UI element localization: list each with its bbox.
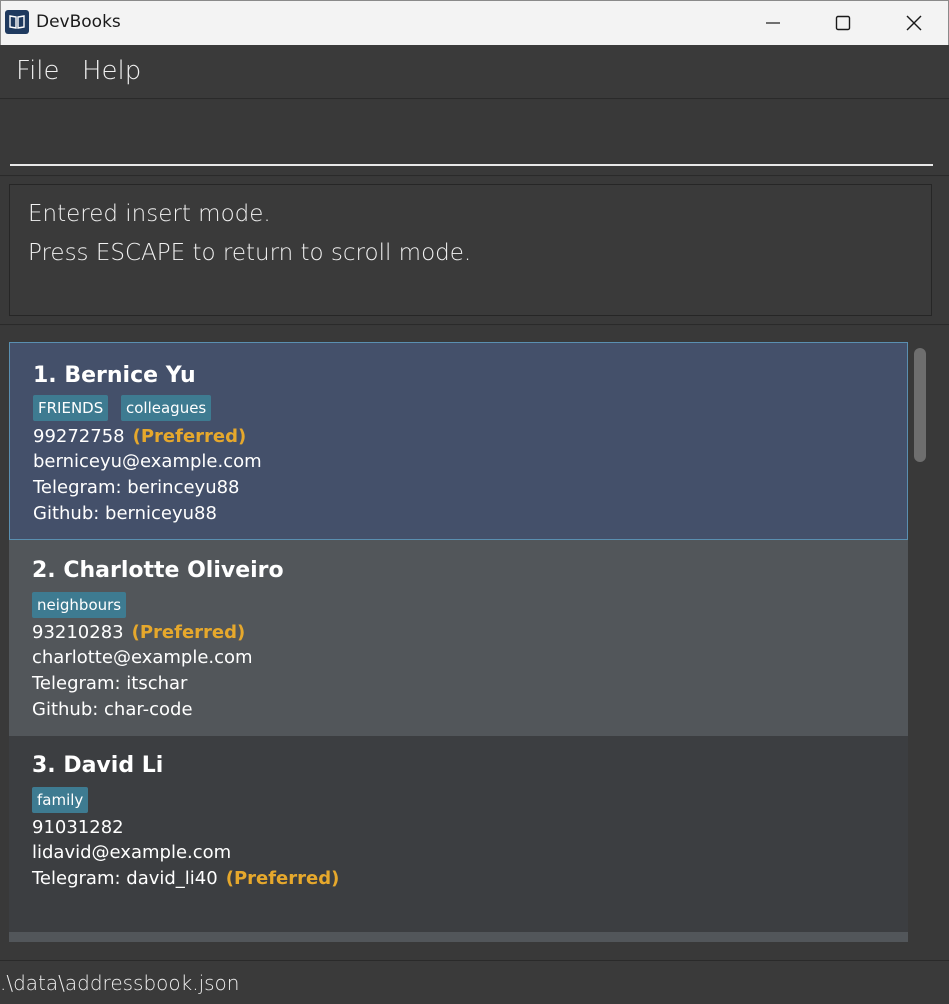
contact-name: 3. David Li bbox=[32, 753, 164, 778]
contact-telegram: Telegram: itschar bbox=[32, 673, 188, 694]
close-icon bbox=[906, 15, 922, 31]
menu-bar: File Help bbox=[0, 45, 949, 99]
preferred-label: (Preferred) bbox=[225, 868, 340, 889]
contact-tag: colleagues bbox=[121, 395, 212, 421]
result-display-area: Entered insert mode. Press ESCAPE to ret… bbox=[0, 177, 949, 325]
minimize-button[interactable] bbox=[738, 1, 808, 45]
contact-phone: 93210283 (Preferred) bbox=[32, 622, 246, 643]
contact-github: Github: char-code bbox=[32, 699, 193, 720]
maximize-icon bbox=[835, 15, 851, 31]
preferred-label: (Preferred) bbox=[131, 622, 246, 643]
contact-list[interactable]: 1. Bernice Yu FRIENDS colleagues 9927275… bbox=[9, 342, 908, 942]
close-button[interactable] bbox=[879, 1, 949, 45]
result-message-line: Entered insert mode. bbox=[28, 201, 271, 227]
contact-tag: family bbox=[32, 787, 89, 813]
contact-phone: 91031282 bbox=[32, 817, 124, 838]
book-icon bbox=[5, 10, 29, 34]
contact-list-panel: 1. Bernice Yu FRIENDS colleagues 9927275… bbox=[0, 326, 949, 960]
maximize-button[interactable] bbox=[808, 1, 878, 45]
result-display: Entered insert mode. Press ESCAPE to ret… bbox=[9, 184, 932, 316]
menu-help[interactable]: Help bbox=[82, 56, 141, 86]
contact-phone: 99272758 (Preferred) bbox=[33, 426, 247, 447]
contact-email: charlotte@example.com bbox=[32, 647, 253, 668]
window-title: DevBooks bbox=[36, 12, 121, 32]
status-bar: .\data\addressbook.json bbox=[0, 960, 949, 1004]
menu-file[interactable]: File bbox=[16, 56, 60, 86]
command-input[interactable] bbox=[10, 110, 933, 166]
contact-email: berniceyu@example.com bbox=[33, 451, 262, 472]
contact-tag: neighbours bbox=[32, 592, 127, 618]
contact-telegram: Telegram: berinceyu88 bbox=[33, 477, 240, 498]
contact-card[interactable]: 1. Bernice Yu FRIENDS colleagues 9927275… bbox=[9, 342, 908, 540]
contact-email: lidavid@example.com bbox=[32, 842, 232, 863]
preferred-label: (Preferred) bbox=[132, 426, 247, 447]
contact-name: 2. Charlotte Oliveiro bbox=[32, 558, 284, 583]
title-bar: DevBooks bbox=[0, 0, 949, 45]
minimize-icon bbox=[766, 22, 780, 24]
contact-telegram: Telegram: david_li40 (Preferred) bbox=[32, 868, 340, 889]
contact-card[interactable] bbox=[9, 932, 908, 942]
scrollbar-thumb[interactable] bbox=[914, 348, 926, 462]
contact-name: 1. Bernice Yu bbox=[33, 363, 196, 388]
list-scrollbar[interactable] bbox=[910, 342, 928, 942]
contact-github: Github: berniceyu88 bbox=[33, 503, 217, 524]
result-message-line: Press ESCAPE to return to scroll mode. bbox=[28, 240, 472, 266]
contact-card[interactable]: 2. Charlotte Oliveiro neighbours 9321028… bbox=[9, 540, 908, 736]
command-box bbox=[0, 100, 949, 176]
contact-tag: FRIENDS bbox=[33, 395, 109, 421]
contact-card[interactable]: 3. David Li family 91031282 lidavid@exam… bbox=[9, 736, 908, 932]
save-location: .\data\addressbook.json bbox=[0, 971, 240, 995]
